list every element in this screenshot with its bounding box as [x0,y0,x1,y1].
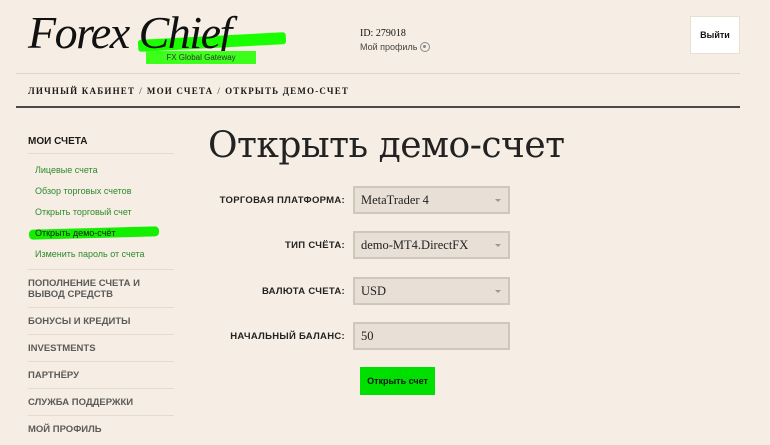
balance-value: 50 [361,328,374,343]
sidebar-item-personal-accounts[interactable]: Лицевые счета [35,160,174,181]
open-account-button[interactable]: Открыть счет [360,367,435,395]
breadcrumb-item[interactable]: МОИ СЧЕТА [147,86,213,96]
logout-button[interactable]: Выйти [690,16,740,54]
profile-link[interactable]: Мой профиль [360,42,431,52]
sidebar-item-trading-overview[interactable]: Обзор торговых счетов [35,181,174,202]
sidebar-item-change-password[interactable]: Изменить пароль от счета [35,244,174,265]
sidebar-item-open-demo-account[interactable]: Открыть демо-счёт [35,223,174,244]
sidebar-section-support[interactable]: СЛУЖБА ПОДДЕРЖКИ [28,388,174,415]
currency-label: ВАЛЮТА СЧЕТА: [261,285,345,297]
chevron-down-icon [495,290,501,293]
sidebar-submenu: Лицевые счета Обзор торговых счетов Откр… [28,154,174,269]
balance-row: НАЧАЛЬНЫЙ БАЛАНС: 50 [210,322,510,350]
sidebar: МОИ СЧЕТА Лицевые счета Обзор торговых с… [28,130,174,442]
sidebar-item-label: Открыть торговый счет [35,207,132,217]
platform-select[interactable]: MetaTrader 4 [353,186,510,214]
sidebar-item-label: Обзор торговых счетов [35,186,132,196]
user-id: ID: 279018 [360,28,406,39]
balance-input[interactable]: 50 [353,322,510,350]
page-title: Открыть демо-счет [208,125,565,166]
balance-label: НАЧАЛЬНЫЙ БАЛАНС: [230,330,345,342]
user-info: ID: 279018 Мой профиль [360,28,431,52]
sidebar-section-investments[interactable]: INVESTMENTS [28,334,174,361]
breadcrumb-item[interactable]: ЛИЧНЫЙ КАБИНЕТ [28,86,135,96]
chevron-down-icon [495,244,501,247]
breadcrumb-separator: / [217,86,222,96]
breadcrumb: ЛИЧНЫЙ КАБИНЕТ / МОИ СЧЕТА / ОТКРЫТЬ ДЕМО-СЧ… [28,86,349,96]
sidebar-heading[interactable]: МОИ СЧЕТА [28,130,174,154]
currency-select[interactable]: USD [353,277,510,305]
gear-icon[interactable] [420,42,431,52]
chevron-down-icon [495,199,501,202]
platform-value: MetaTrader 4 [361,192,429,207]
sidebar-section-partners[interactable]: ПАРТНЁРУ [28,361,174,388]
account-type-label: ТИП СЧЁТА: [285,239,345,251]
logo-subtitle: FX Global Gateway [146,51,256,64]
sidebar-section-bonuses[interactable]: БОНУСЫ И КРЕДИТЫ [28,307,174,334]
breadcrumb-item-current: ОТКРЫТЬ ДЕМО-СЧЕТ [225,86,350,96]
account-type-value: demo-MT4.DirectFX [361,237,469,252]
breadcrumb-divider [16,106,740,108]
currency-value: USD [361,283,387,298]
sidebar-item-label: Открыть демо-счёт [35,228,116,238]
platform-label: ТОРГОВАЯ ПЛАТФОРМА: [219,194,345,206]
account-type-select[interactable]: demo-MT4.DirectFX [353,231,510,259]
account-type-row: ТИП СЧЁТА: demo-MT4.DirectFX [210,231,510,259]
logo[interactable]: Forex Chief FX Global Gateway [28,6,287,66]
currency-row: ВАЛЮТА СЧЕТА: USD [210,277,510,305]
profile-link-label: Мой профиль [360,42,418,52]
header-divider [16,73,740,74]
sidebar-item-label: Изменить пароль от счета [35,249,145,259]
breadcrumb-separator: / [139,86,143,96]
sidebar-item-open-trading-account[interactable]: Открыть торговый счет [35,202,174,223]
platform-row: ТОРГОВАЯ ПЛАТФОРМА: MetaTrader 4 [210,186,510,214]
sidebar-item-label: Лицевые счета [35,165,98,175]
sidebar-section-deposit-withdraw[interactable]: ПОПОЛНЕНИЕ СЧЕТА И ВЫВОД СРЕДСТВ [28,269,174,307]
sidebar-section-profile[interactable]: МОЙ ПРОФИЛЬ [28,415,174,442]
